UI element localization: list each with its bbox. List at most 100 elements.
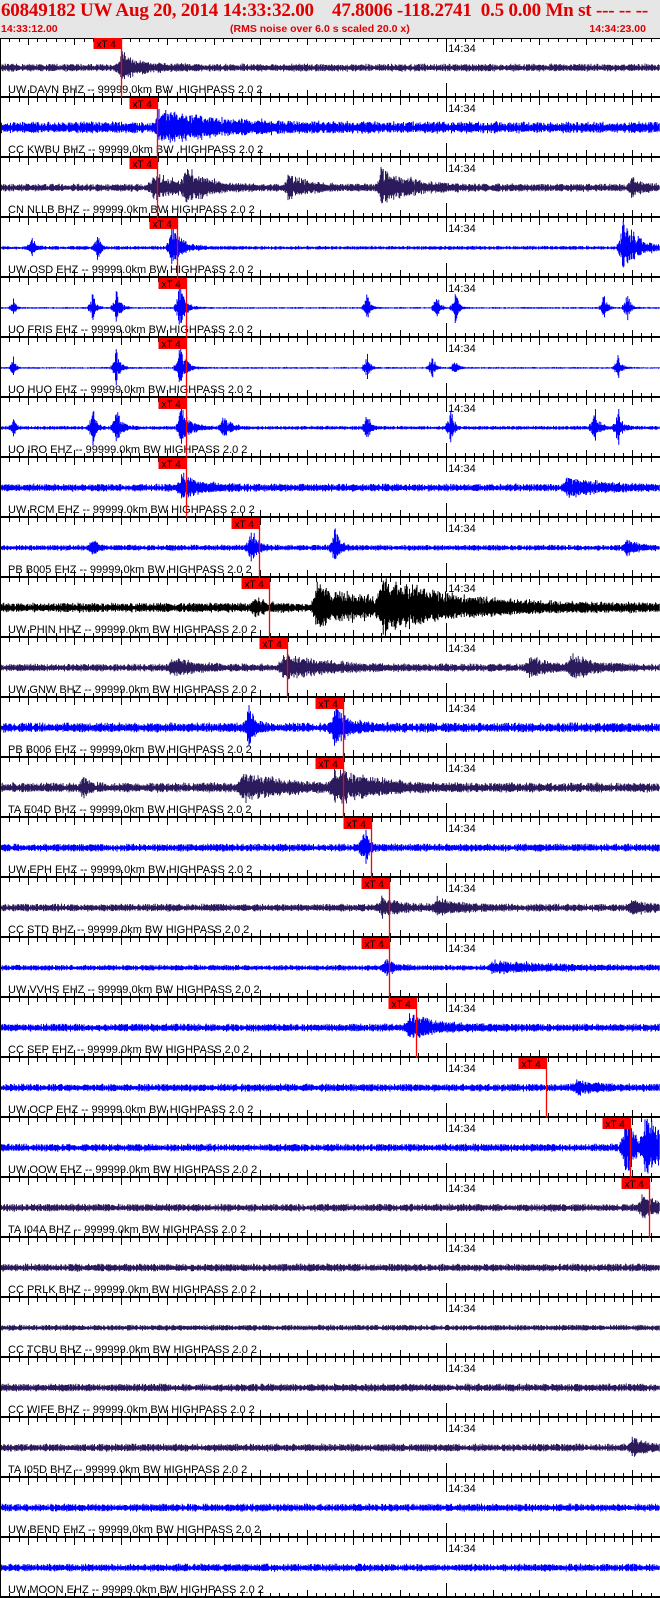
station-label: UW VVHS EHZ -- 99999.0km BW HIGHPASS 2.0… <box>8 984 260 996</box>
minute-label: 14:34 <box>448 1303 476 1315</box>
pick-label: xT 4 <box>319 760 339 771</box>
station-panel: 14:34 PB B005 EHZ -- 99999.0km BW HIGHPAS… <box>0 518 660 578</box>
station-panel: 14:34 CC KWBU BHZ -- 99999.0km BW .HIGHPA… <box>0 98 660 158</box>
station-panel: 14:34 CC PRLK BHZ -- 99999.0km BW HIGHPAS… <box>0 1238 660 1298</box>
station-label: UW MOON EHZ -- 99999.0km BW HIGHPASS 2.0… <box>8 1584 264 1596</box>
waveform-trace <box>0 1563 660 1572</box>
station-label: UW OCP EHZ -- 99999.0km BW HIGHPASS 2.0 … <box>8 1104 253 1116</box>
waveform-trace <box>0 1013 660 1038</box>
station-label: CC TCBU BHZ -- 99999.0km BW HIGHPASS 2.0… <box>8 1344 257 1356</box>
pick-label: xT 4 <box>245 580 265 591</box>
pick-label: xT 4 <box>606 1120 626 1131</box>
waveform-trace <box>0 1383 660 1392</box>
station-label: UW OSD EHZ -- 99999.0km BW HIGHPASS 2.0 … <box>8 264 254 276</box>
station-panel: 14:34 UW VVHS EHZ -- 99999.0km BW HIGHPAS… <box>0 938 660 998</box>
minute-label: 14:34 <box>448 523 476 535</box>
pick-label: xT 4 <box>133 100 153 111</box>
station-label: TA I04A BHZ -- 99999.0km BW HIGHPASS 2.0… <box>8 1224 246 1236</box>
start-time: 14:33:12.00 <box>1 23 58 35</box>
pick-label: xT 4 <box>319 700 339 711</box>
station-panel: 14:34 PB B006 EHZ -- 99999.0km BW HIGHPAS… <box>0 698 660 758</box>
station-panel: 14:34 UW OOW EHZ -- 99999.0km BW HIGHPASS… <box>0 1118 660 1178</box>
waveform-trace <box>0 653 660 680</box>
waveform-trace <box>0 166 660 204</box>
waveform-trace <box>0 895 660 919</box>
station-panel: 14:34 UW BEND EHZ -- 99999.0km BW HIGHPAS… <box>0 1478 660 1538</box>
station-panel: 14:34 TA E04D BHZ -- 99999.0km BW HIGHPAS… <box>0 758 660 818</box>
header-bar: 60849182 UW Aug 20, 2014 14:33:32.00 47.… <box>0 0 660 38</box>
waveform-trace <box>0 51 660 80</box>
seismogram-panels: 14:34 UW DAVN BHZ -- 99999.0km BW .HIGHPA… <box>0 38 660 1598</box>
minute-label: 14:34 <box>448 103 476 115</box>
minute-label: 14:34 <box>448 943 476 955</box>
minute-label: 14:34 <box>448 1543 476 1555</box>
station-label: TA E04D BHZ -- 99999.0km BW HIGHPASS 2.0… <box>8 804 252 816</box>
pick-label: xT 4 <box>162 460 182 471</box>
station-panel: 14:34 CN NLLB BHZ -- 99999.0km BW HIGHPAS… <box>0 158 660 218</box>
station-panel: 14:34 UO HUO EHZ -- 99999.0km BW HIGHPASS… <box>0 338 660 398</box>
pick-label: xT 4 <box>392 1000 412 1011</box>
waveform-trace <box>0 1079 660 1096</box>
station-label: UW OOW EHZ -- 99999.0km BW HIGHPASS 2.0 … <box>8 1164 257 1176</box>
waveform-trace <box>0 705 660 746</box>
minute-label: 14:34 <box>448 583 476 595</box>
waveform-trace <box>0 1503 660 1512</box>
scale-note: (RMS noise over 6.0 s scaled 20.0 x) <box>230 23 410 35</box>
waveform-trace <box>0 1436 660 1457</box>
pick-label: xT 4 <box>263 640 283 651</box>
station-label: TA I05D BHZ -- 99999.0km BW HIGHPASS 2.0… <box>8 1464 247 1476</box>
pick-label: xT 4 <box>235 520 255 531</box>
station-panel: 14:34 CC WIFE BHZ -- 99999.0km BW HIGHPAS… <box>0 1358 660 1418</box>
station-panel: 14:34 CC STD BHZ -- 99999.0km BW HIGHPASS… <box>0 878 660 938</box>
minute-label: 14:34 <box>448 1063 476 1075</box>
minute-label: 14:34 <box>448 643 476 655</box>
station-panel: 14:34 CC SEP EHZ -- 99999.0km BW HIGHPASS… <box>0 998 660 1058</box>
station-label: UW DAVN BHZ -- 99999.0km BW .HIGHPASS 2.… <box>8 84 263 96</box>
station-label: CC KWBU BHZ -- 99999.0km BW .HIGHPASS 2.… <box>8 144 263 156</box>
waveform-trace <box>0 1263 660 1272</box>
waveform-trace <box>0 959 660 976</box>
station-label: CC SEP EHZ -- 99999.0km BW HIGHPASS 2.0 … <box>8 1044 249 1056</box>
station-panel: 14:34 UO FRIS EHZ -- 99999.0km BW HIGHPAS… <box>0 278 660 338</box>
station-panel: 14:34 UW PHIN HHZ -- 99999.0km BW HIGHPAS… <box>0 578 660 638</box>
station-panel: 14:34 UW EPH EHZ -- 99999.0km BW HIGHPASS… <box>0 818 660 878</box>
station-label: CC STD BHZ -- 99999.0km BW HIGHPASS 2.0 … <box>8 924 249 936</box>
station-label: UW PHIN HHZ -- 99999.0km BW HIGHPASS 2.0… <box>8 624 257 636</box>
minute-label: 14:34 <box>448 403 476 415</box>
minute-label: 14:34 <box>448 1003 476 1015</box>
pick-label: xT 4 <box>162 340 182 351</box>
station-label: UO FRIS EHZ -- 99999.0km BW HIGHPASS 2.0… <box>8 324 253 336</box>
waveform-trace <box>0 1324 660 1331</box>
waveform-trace <box>0 1194 660 1219</box>
station-panel: 14:34 UW MOON EHZ -- 99999.0km BW HIGHPAS… <box>0 1538 660 1598</box>
pick-label: xT 4 <box>162 280 182 291</box>
minute-label: 14:34 <box>448 343 476 355</box>
station-panel: 14:34 TA I05D BHZ -- 99999.0km BW HIGHPAS… <box>0 1418 660 1478</box>
station-panel: 14:34 CC TCBU BHZ -- 99999.0km BW HIGHPAS… <box>0 1298 660 1358</box>
minute-label: 14:34 <box>448 463 476 475</box>
waveform-trace <box>0 767 660 804</box>
waveform-trace <box>0 220 660 268</box>
pick-label: xT 4 <box>625 1180 645 1191</box>
waveform-trace <box>0 829 660 864</box>
pick-label: xT 4 <box>365 880 385 891</box>
station-label: PB B005 EHZ -- 99999.0km BW HIGHPASS 2.0… <box>8 564 252 576</box>
minute-label: 14:34 <box>448 1363 476 1375</box>
station-label: UW EPH EHZ -- 99999.0km BW HIGHPASS 2.0 … <box>8 864 252 876</box>
minute-label: 14:34 <box>448 1123 476 1135</box>
waveform-trace <box>0 109 660 143</box>
minute-label: 14:34 <box>448 43 476 55</box>
station-panel: 14:34 UW RCM EHZ -- 99999.0km BW HIGHPASS… <box>0 458 660 518</box>
station-label: UO IRO EHZ -- 99999.0km BW HIGHPASS 2.0 … <box>8 444 247 456</box>
event-title: 60849182 UW Aug 20, 2014 14:33:32.00 47.… <box>1 0 660 21</box>
minute-label: 14:34 <box>448 163 476 175</box>
waveform-trace <box>0 472 660 499</box>
station-label: CC PRLK BHZ -- 99999.0km BW HIGHPASS 2.0… <box>8 1284 256 1296</box>
minute-label: 14:34 <box>448 1243 476 1255</box>
station-panel: 14:34 UW GNW BHZ -- 99999.0km BW HIGHPASS… <box>0 638 660 698</box>
minute-label: 14:34 <box>448 223 476 235</box>
minute-label: 14:34 <box>448 283 476 295</box>
station-label: UO HUO EHZ -- 99999.0km BW HIGHPASS 2.0 … <box>8 384 252 396</box>
station-panel: 14:34 UO IRO EHZ -- 99999.0km BW HIGHPASS… <box>0 398 660 458</box>
minute-label: 14:34 <box>448 1423 476 1435</box>
